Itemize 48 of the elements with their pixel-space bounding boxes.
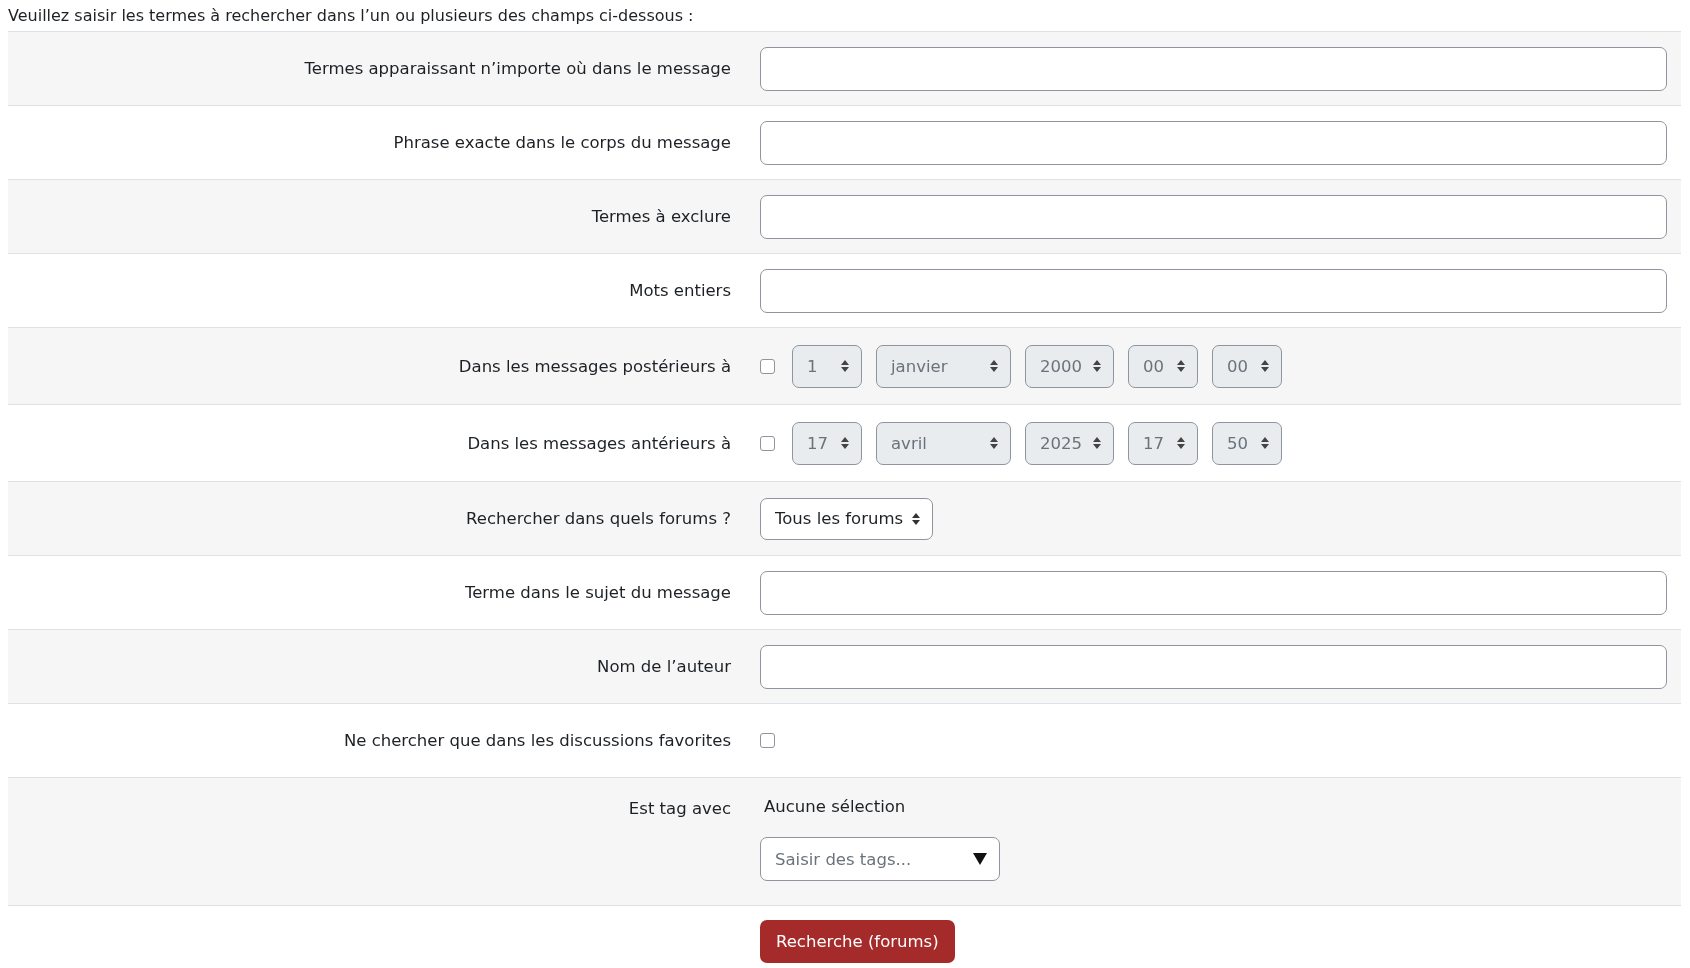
dropdown[interactable]: 00 <box>1128 344 1198 388</box>
field-label: Ne chercher que dans les discussions favorites <box>343 731 731 750</box>
dropdown[interactable]: janvier <box>876 344 1011 388</box>
up-down-caret-icon <box>1177 437 1185 449</box>
field-label: Termes à exclure <box>591 207 731 226</box>
field-label: Dans les messages postérieurs à <box>458 356 731 376</box>
checkbox[interactable] <box>760 435 775 451</box>
field-label: Mots entiers <box>629 281 731 300</box>
up-down-caret-icon <box>990 360 998 372</box>
text-field[interactable] <box>760 268 1667 313</box>
field-label: Phrase exacte dans le corps du message <box>393 133 731 152</box>
up-down-caret-icon <box>990 437 998 449</box>
text-field[interactable] <box>760 46 1667 91</box>
dropdown[interactable]: 17 <box>1128 421 1198 465</box>
field-label: Terme dans le sujet du message <box>464 583 731 602</box>
dropdown[interactable]: 00 <box>1212 344 1282 388</box>
checkbox[interactable] <box>760 733 775 748</box>
text-field[interactable] <box>760 570 1667 615</box>
up-down-caret-icon <box>841 437 849 449</box>
field-label: Rechercher dans quels forums ? <box>466 509 731 528</box>
field-label: Est tag avec <box>628 799 731 818</box>
dropdown[interactable]: 1 <box>792 344 862 388</box>
dropdown[interactable]: 2025 <box>1025 421 1114 465</box>
search-button[interactable]: Recherche (forums) <box>760 920 955 963</box>
checkbox[interactable] <box>760 358 775 374</box>
field-label: Nom de l’auteur <box>597 657 731 676</box>
up-down-caret-icon <box>1093 360 1101 372</box>
field-label: Dans les messages antérieurs à <box>467 433 731 453</box>
intro-text: Veuillez saisir les termes à rechercher dans l’un ou plusieurs des champs ci-dessous : <box>8 5 695 27</box>
dropdown[interactable]: 17 <box>792 421 862 465</box>
up-down-caret-icon <box>841 360 849 372</box>
text-field[interactable] <box>760 644 1667 689</box>
text-field[interactable] <box>760 120 1667 165</box>
dropdown[interactable]: 2000 <box>1025 344 1114 388</box>
up-down-caret-icon <box>1261 360 1269 372</box>
field-label: Termes apparaissant n’importe où dans le message <box>304 59 731 78</box>
up-down-caret-icon <box>1177 360 1185 372</box>
dropdown-triangle-icon <box>973 853 987 865</box>
dropdown[interactable]: 50 <box>1212 421 1282 465</box>
dropdown[interactable]: avril <box>876 421 1011 465</box>
tag-input[interactable]: Saisir des tags... <box>775 849 973 869</box>
tag-dropdown[interactable]: Saisir des tags... <box>760 837 1000 881</box>
up-down-caret-icon <box>912 512 920 525</box>
selection-text: Aucune sélection <box>763 797 907 816</box>
dropdown[interactable]: Tous les forums <box>760 497 933 540</box>
text-field[interactable] <box>760 194 1667 239</box>
up-down-caret-icon <box>1093 437 1101 449</box>
up-down-caret-icon <box>1261 437 1269 449</box>
